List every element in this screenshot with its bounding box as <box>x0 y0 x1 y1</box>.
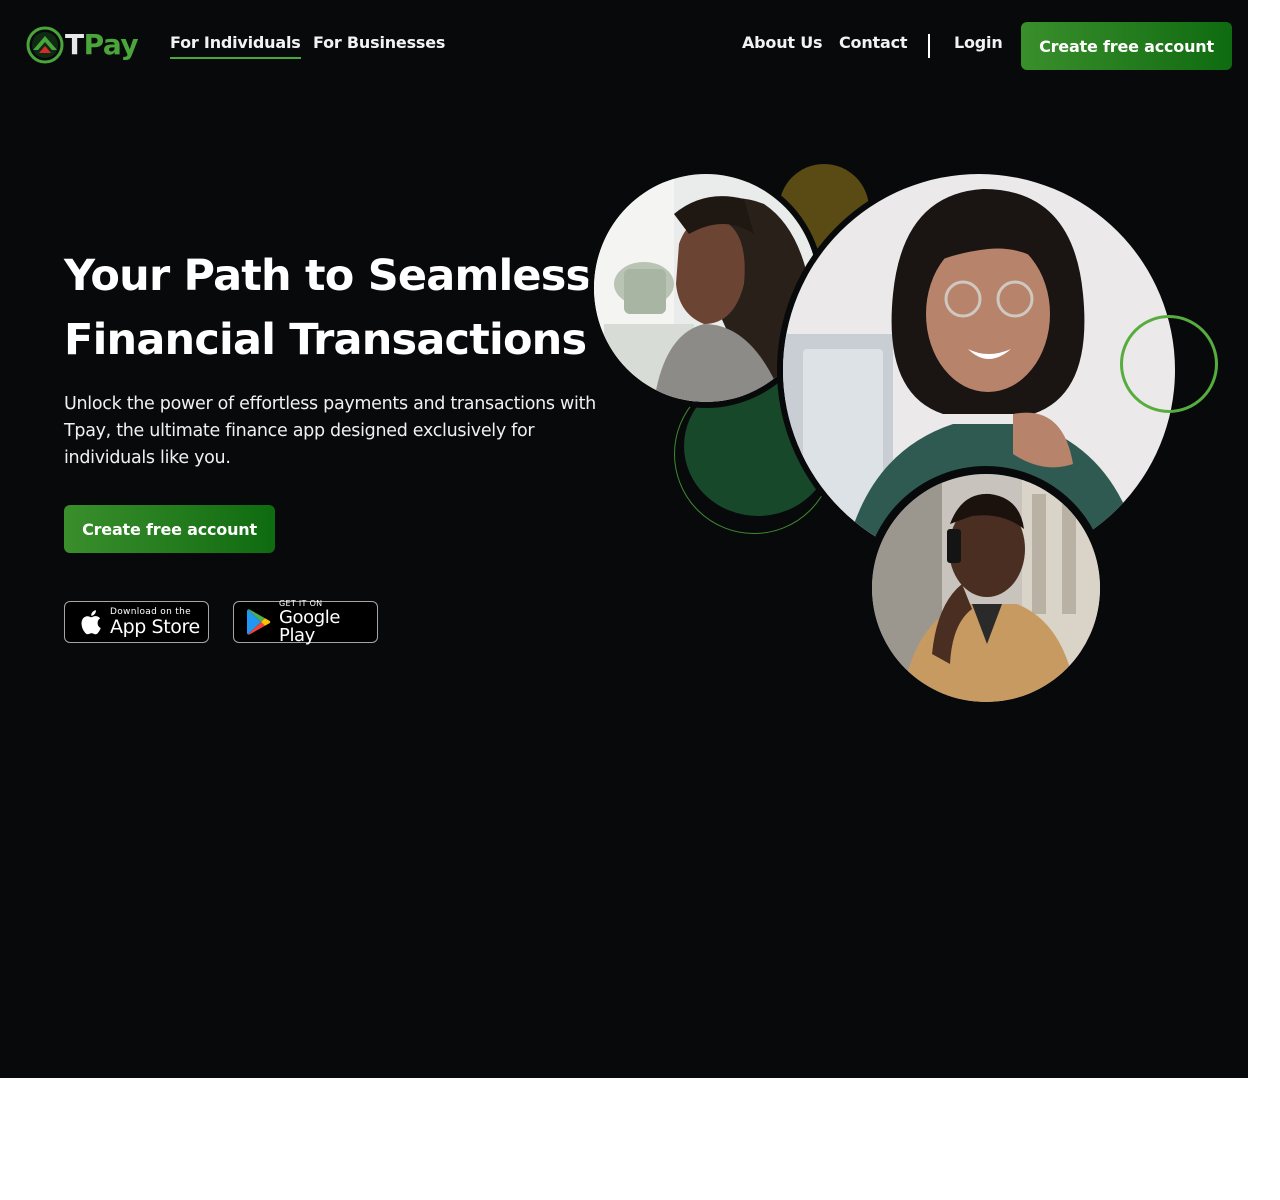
nav-link-for-individuals[interactable]: For Individuals <box>170 33 301 59</box>
app-store-big-text: App Store <box>110 615 200 638</box>
app-store-badge-text: Download on the App Store <box>110 607 200 638</box>
hero-subtext: Unlock the power of effortless payments … <box>64 394 596 468</box>
google-play-icon <box>247 609 271 635</box>
google-play-big-text: Google Play <box>279 606 341 646</box>
hero-photo-man-phone <box>864 466 1108 710</box>
nav-link-login[interactable]: Login <box>954 33 1003 52</box>
nav-link-about-us[interactable]: About Us <box>742 33 823 52</box>
nav-divider <box>928 34 930 58</box>
hero-create-account-button[interactable]: Create free account <box>64 505 275 553</box>
tpay-logo-icon <box>26 26 64 64</box>
nav-link-contact[interactable]: Contact <box>839 33 908 52</box>
tpay-logo[interactable]: TPay <box>26 26 139 64</box>
nav-link-for-businesses[interactable]: For Businesses <box>313 33 445 52</box>
nav-create-account-button[interactable]: Create free account <box>1021 22 1232 70</box>
apple-icon <box>81 610 101 635</box>
hero-section: TPay For Individuals For Businesses Abou… <box>0 0 1248 1078</box>
decorative-green-ring-small <box>1120 315 1218 413</box>
hero-photo-man-phone-image <box>872 474 1100 702</box>
hero-headline: Your Path to Seamless Financial Transact… <box>64 251 591 365</box>
google-play-badge[interactable]: GET IT ON Google Play <box>233 599 378 646</box>
logo-wordmark: TPay <box>65 28 139 61</box>
google-play-badge-text: GET IT ON Google Play <box>279 599 377 646</box>
app-store-badge[interactable]: Download on the App Store <box>64 601 209 643</box>
